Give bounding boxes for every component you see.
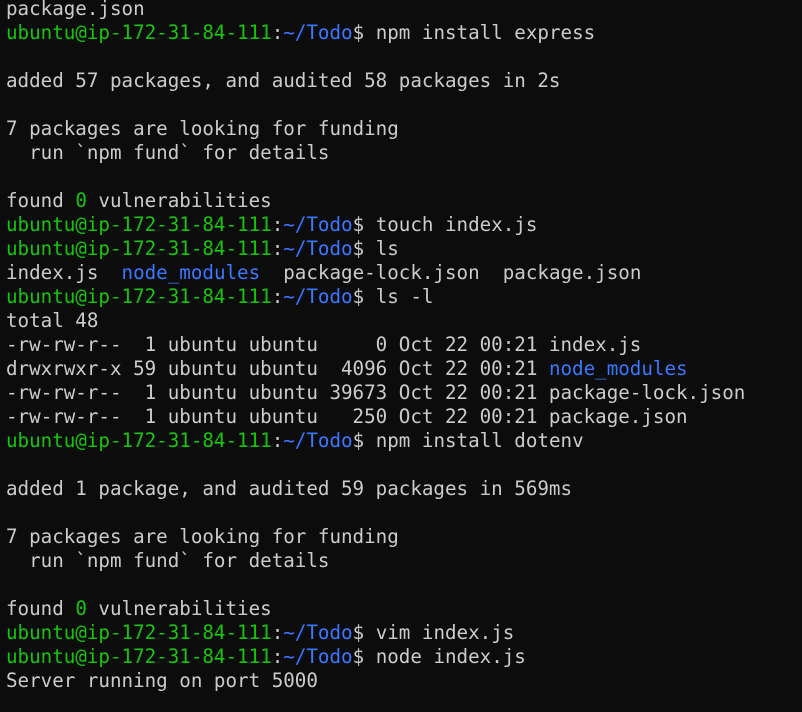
output-line: total 48 [6, 309, 802, 333]
vulnerability-count: 0 [75, 189, 87, 212]
prompt-suffix: $ [352, 285, 376, 308]
prompt-user-host: ubuntu@ip-172-31-84-111 [6, 213, 272, 236]
output-text: run `npm fund` for details [6, 141, 330, 164]
command-text: touch index.js [375, 213, 538, 236]
prompt-user-host: ubuntu@ip-172-31-84-111 [6, 285, 272, 308]
output-line: run `npm fund` for details [6, 549, 802, 573]
terminal-window[interactable]: package.json ubuntu@ip-172-31-84-111:~/To… [0, 0, 802, 709]
prompt-path: ~/Todo [283, 645, 353, 668]
prompt-separator: : [271, 285, 284, 308]
prompt-separator: : [271, 213, 284, 236]
output-text: added 57 packages, and audited 58 packag… [6, 69, 561, 92]
output-text: package.json [6, 0, 145, 20]
output-line: run `npm fund` for details [6, 141, 802, 165]
prompt-line: ubuntu@ip-172-31-84-111:~/Todo$ npm inst… [6, 429, 802, 453]
output-text: -rw-rw-r-- 1 ubuntu ubuntu 250 Oct 22 00… [6, 405, 688, 428]
directory-name: node_modules [121, 261, 261, 284]
prompt-line: ubuntu@ip-172-31-84-111:~/Todo$ touch in… [6, 213, 802, 237]
prompt-line: ubuntu@ip-172-31-84-111:~/Todo$ ls [6, 237, 802, 261]
output-text: 7 packages are looking for funding [6, 117, 399, 140]
output-text: 7 packages are looking for funding [6, 525, 399, 548]
output-line: drwxrwxr-x 59 ubuntu ubuntu 4096 Oct 22 … [6, 357, 802, 381]
prompt-suffix: $ [352, 213, 376, 236]
output-line: found 0 vulnerabilities [6, 597, 802, 621]
prompt-user-host: ubuntu@ip-172-31-84-111 [6, 645, 272, 668]
prompt-suffix: $ [352, 621, 376, 644]
prompt-separator: : [271, 429, 284, 452]
vulnerability-count: 0 [75, 597, 87, 620]
prompt-suffix: $ [352, 429, 376, 452]
output-line: -rw-rw-r-- 1 ubuntu ubuntu 0 Oct 22 00:2… [6, 333, 802, 357]
output-line: added 57 packages, and audited 58 packag… [6, 69, 802, 93]
prompt-user-host: ubuntu@ip-172-31-84-111 [6, 237, 272, 260]
prompt-line: ubuntu@ip-172-31-84-111:~/Todo$ ls -l [6, 285, 802, 309]
output-line: 7 packages are looking for funding [6, 117, 802, 141]
prompt-path: ~/Todo [283, 621, 353, 644]
output-line: found 0 vulnerabilities [6, 189, 802, 213]
prompt-line: ubuntu@ip-172-31-84-111:~/Todo$ node ind… [6, 645, 802, 669]
output-text: added 1 package, and audited 59 packages… [6, 477, 573, 500]
output-line: added 1 package, and audited 59 packages… [6, 477, 802, 501]
prompt-path: ~/Todo [283, 237, 353, 260]
command-text: npm install dotenv [375, 429, 584, 452]
output-line: index.js node_modules package-lock.json … [6, 261, 802, 285]
output-text: vulnerabilities [86, 597, 272, 620]
prompt-separator: : [271, 21, 284, 44]
command-text: npm install express [375, 21, 596, 44]
prompt-path: ~/Todo [283, 285, 353, 308]
prompt-path: ~/Todo [283, 429, 353, 452]
prompt-user-host: ubuntu@ip-172-31-84-111 [6, 21, 272, 44]
prompt-line: ubuntu@ip-172-31-84-111:~/Todo$ vim inde… [6, 621, 802, 645]
prompt-separator: : [271, 645, 284, 668]
output-text: vulnerabilities [86, 189, 272, 212]
prompt-user-host: ubuntu@ip-172-31-84-111 [6, 621, 272, 644]
prompt-suffix: $ [352, 237, 376, 260]
command-text: ls -l [375, 285, 434, 308]
command-text: ls [375, 237, 399, 260]
output-line: 7 packages are looking for funding [6, 525, 802, 549]
directory-name: node_modules [548, 357, 688, 380]
output-text: drwxrwxr-x 59 ubuntu ubuntu 4096 Oct 22 … [6, 357, 549, 380]
prompt-suffix: $ [352, 645, 376, 668]
prompt-path: ~/Todo [283, 213, 353, 236]
output-text: -rw-rw-r-- 1 ubuntu ubuntu 0 Oct 22 00:2… [6, 333, 642, 356]
prompt-separator: : [271, 621, 284, 644]
prompt-separator: : [271, 237, 284, 260]
output-text: package-lock.json package.json [260, 261, 642, 284]
output-line: -rw-rw-r-- 1 ubuntu ubuntu 39673 Oct 22 … [6, 381, 802, 405]
command-text: vim index.js [375, 621, 515, 644]
output-text: total 48 [6, 309, 99, 332]
output-line: -rw-rw-r-- 1 ubuntu ubuntu 250 Oct 22 00… [6, 405, 802, 429]
output-text: run `npm fund` for details [6, 549, 330, 572]
prompt-line: ubuntu@ip-172-31-84-111:~/Todo$ npm inst… [6, 21, 802, 45]
prompt-user-host: ubuntu@ip-172-31-84-111 [6, 429, 272, 452]
output-line: Server running on port 5000 [6, 669, 802, 693]
output-text: Server running on port 5000 [6, 669, 318, 692]
prompt-path: ~/Todo [283, 21, 353, 44]
output-text: found [6, 189, 76, 212]
output-text: -rw-rw-r-- 1 ubuntu ubuntu 39673 Oct 22 … [6, 381, 746, 404]
output-line: package.json [6, 0, 802, 21]
output-text: index.js [6, 261, 122, 284]
prompt-suffix: $ [352, 21, 376, 44]
output-text: found [6, 597, 76, 620]
command-text: node index.js [375, 645, 526, 668]
